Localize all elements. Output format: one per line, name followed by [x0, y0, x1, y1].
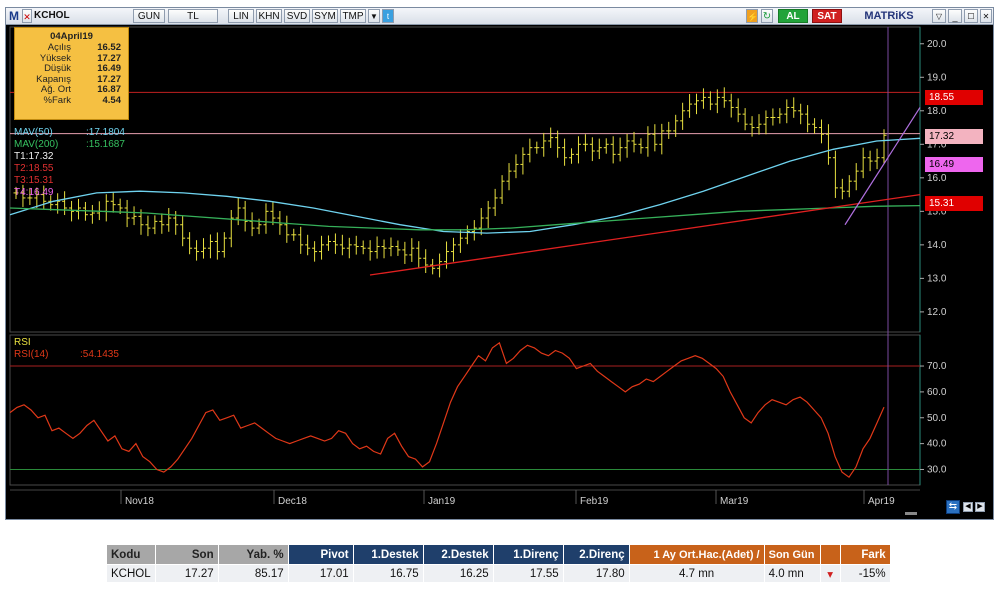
month-label: Feb19 [580, 496, 609, 507]
price-chart[interactable]: 12.013.014.015.016.017.018.019.020.030.0… [0, 0, 1000, 596]
quote-table-header: Kodu Son Yab. % Pivot 1.Destek 2.Destek … [106, 544, 891, 565]
month-label: Dec18 [278, 496, 307, 507]
rsi-title: RSI [14, 337, 31, 348]
col-son: Son [154, 544, 219, 565]
rsi-tick-label: 30.0 [927, 464, 947, 475]
col-son-gun: Son Gün [763, 544, 821, 565]
mav50-label: MAV(50) [14, 127, 53, 138]
trend-t2-label: T2:18.55 [14, 163, 54, 174]
cell-destek2: 16.25 [422, 564, 494, 583]
rsi-value: :54.1435 [80, 349, 119, 360]
tooltip-date: 04April19 [50, 31, 93, 42]
rsi-label: RSI(14) [14, 349, 49, 360]
month-label: Nov18 [125, 496, 154, 507]
col-arrow [819, 544, 841, 565]
mav200-label: MAV(200) [14, 139, 59, 150]
col-direnc2: 2.Direnç [562, 544, 630, 565]
col-yab: Yab. % [217, 544, 289, 565]
cell-son-gun: 4.0 mn [763, 564, 821, 583]
tooltip-change-value: 4.54 [102, 94, 122, 106]
table-row[interactable]: KCHOL 17.27 85.17 17.01 16.75 16.25 17.5… [106, 564, 891, 583]
quote-table: Kodu Son Yab. % Pivot 1.Destek 2.Destek … [106, 544, 891, 583]
horizontal-scrollbar [905, 512, 917, 515]
col-destek2: 2.Destek [422, 544, 494, 565]
col-pivot: Pivot [287, 544, 354, 565]
price-tick-label: 19.0 [927, 72, 947, 83]
rsi-panel-border [9, 334, 921, 486]
month-label: Jan19 [428, 496, 456, 507]
price-tick-label: 16.0 [927, 173, 947, 184]
mav200-value: :15.1687 [86, 139, 125, 150]
support-trendline [369, 193, 921, 276]
price-panel-border [9, 26, 921, 333]
tooltip-change-label: %Fark [43, 94, 71, 106]
sync-icon[interactable]: ⇆ [946, 500, 960, 514]
month-label: Mar19 [720, 496, 749, 507]
col-kodu: Kodu [106, 544, 156, 565]
mav50-value: :17.1804 [86, 127, 125, 138]
rsi-tick-label: 40.0 [927, 439, 947, 450]
col-destek1: 1.Destek [352, 544, 424, 565]
cell-kodu: KCHOL [106, 564, 156, 583]
cell-direnc1: 17.55 [492, 564, 564, 583]
price-box-t3: 15.31 [925, 196, 983, 211]
tooltip-vwap-value: 16.87 [97, 84, 121, 95]
price-tick-label: 14.0 [927, 240, 947, 251]
cell-direnc2: 17.80 [562, 564, 630, 583]
rsi-line [9, 341, 885, 479]
price-box-t4: 16.49 [925, 157, 983, 172]
down-arrow-icon: ▾ [819, 564, 841, 583]
tooltip-vwap-label: Ağ. Ort [40, 84, 71, 95]
cell-yab: 85.17 [217, 564, 289, 583]
cell-avg-volume: 4.7 mn [628, 564, 765, 583]
scroll-right-icon[interactable]: ▶ [975, 502, 985, 512]
price-box-t2: 18.55 [925, 90, 983, 105]
cell-son: 17.27 [154, 564, 219, 583]
tooltip-open-label: Açılış [47, 42, 71, 53]
tooltip-open-value: 16.52 [97, 42, 121, 53]
tooltip-low-label: Düşük [44, 63, 71, 74]
col-avg-volume: 1 Ay Ort.Hac.(Adet) / [628, 544, 765, 565]
trend-t1-label: T1:17.32 [14, 151, 54, 162]
col-direnc1: 1.Direnç [492, 544, 564, 565]
price-tick-label: 18.0 [927, 106, 947, 117]
cell-fark: -15% [839, 564, 891, 583]
tooltip-low-value: 16.49 [97, 63, 121, 74]
month-label: Apr19 [868, 496, 895, 507]
trend-t3-label: T3:15.31 [14, 175, 54, 186]
cell-pivot: 17.01 [287, 564, 354, 583]
price-box-t1: 17.32 [925, 129, 983, 144]
price-tick-label: 13.0 [927, 273, 947, 284]
price-tick-label: 20.0 [927, 39, 947, 50]
rsi-tick-label: 70.0 [927, 361, 947, 372]
price-tick-label: 12.0 [927, 307, 947, 318]
col-fark: Fark [839, 544, 891, 565]
cell-destek1: 16.75 [352, 564, 424, 583]
ohlc-tooltip: 04April19 Açılış 16.52 Yüksek 17.27 Düşük 1… [14, 27, 129, 120]
scroll-left-icon[interactable]: ◀ [963, 502, 973, 512]
trend-t4-label: T4:16.49 [14, 187, 54, 198]
mav50-line [9, 137, 921, 234]
rsi-tick-label: 60.0 [927, 387, 947, 398]
mav200-line [9, 204, 921, 231]
rsi-tick-label: 50.0 [927, 413, 947, 424]
